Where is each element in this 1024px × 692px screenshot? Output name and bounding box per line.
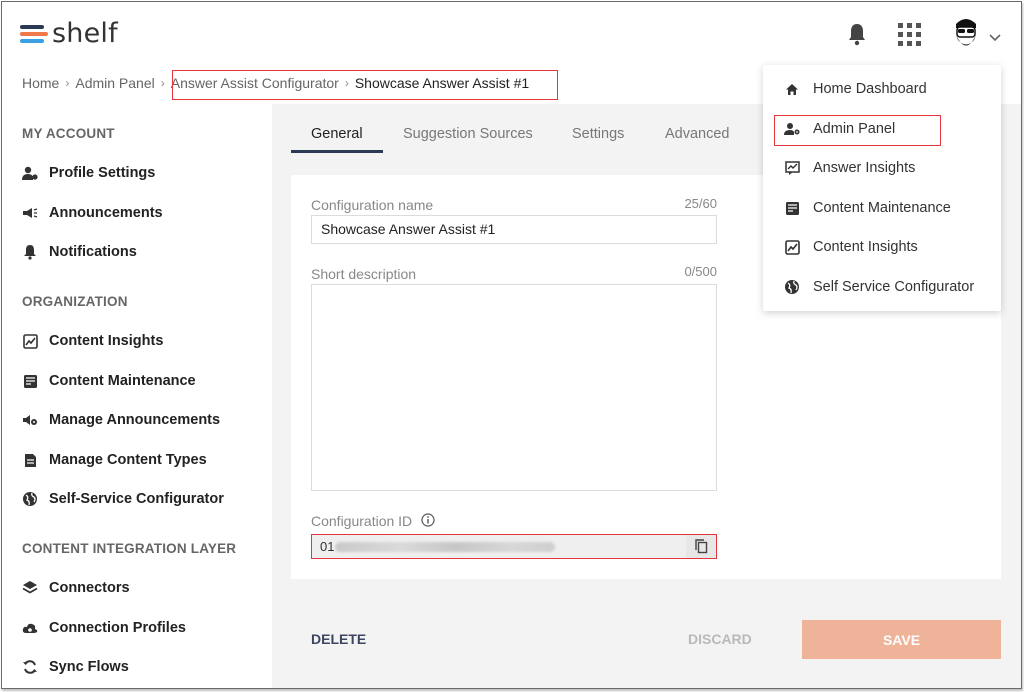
breadcrumb-separator: › [65, 76, 70, 90]
logo-text: shelf [52, 18, 118, 49]
insights-chart-icon [22, 333, 38, 349]
config-name-input[interactable]: Showcase Answer Assist #1 [311, 215, 717, 244]
sidebar-item-label: Manage Content Types [49, 452, 207, 468]
sidebar-item-manage-content-types[interactable]: Manage Content Types [22, 452, 207, 468]
sidebar-section-content-integration-layer: CONTENT INTEGRATION LAYER [22, 541, 237, 556]
short-description-label: Short description [311, 266, 417, 282]
globe-icon [784, 279, 800, 295]
sidebar-item-label: Notifications [49, 244, 137, 260]
sidebar-item-notifications[interactable]: Notifications [22, 244, 137, 260]
sidebar-section-organization: ORGANIZATION [22, 294, 128, 309]
answer-insights-icon [784, 160, 800, 176]
logo[interactable]: shelf [20, 18, 118, 49]
globe-icon [22, 491, 38, 507]
app-window: shelf Home › Admin Panel › Answer Assist… [1, 1, 1022, 689]
maintenance-icon [784, 200, 800, 216]
sync-icon [22, 659, 38, 675]
sidebar-item-sync-flows[interactable]: Sync Flows [22, 659, 129, 675]
insights-chart-icon [784, 239, 800, 255]
bell-icon [22, 244, 38, 260]
sidebar-item-content-maintenance[interactable]: Content Maintenance [22, 373, 196, 389]
tab-general[interactable]: General [311, 126, 363, 142]
sidebar-item-label: Self-Service Configurator [49, 491, 224, 507]
megaphone-icon [22, 205, 38, 221]
sidebar-item-label: Manage Announcements [49, 412, 221, 428]
avatar[interactable] [952, 16, 980, 57]
sidebar-item-content-insights[interactable]: Content Insights [22, 333, 163, 349]
sidebar-item-label: Content Insights [49, 333, 164, 349]
manage-announcements-icon [22, 412, 38, 428]
menu-item-self-service-configurator[interactable]: Self Service Configurator [784, 279, 974, 295]
tab-settings[interactable]: Settings [572, 126, 624, 142]
menu-item-content-maintenance[interactable]: Content Maintenance [784, 200, 951, 216]
menu-item-label: Self Service Configurator [813, 279, 975, 295]
sidebar-section-my-account: MY ACCOUNT [22, 126, 115, 141]
config-id-redacted [335, 541, 556, 552]
breadcrumb-separator: › [160, 76, 165, 90]
tab-suggestion-sources[interactable]: Suggestion Sources [403, 126, 533, 142]
maintenance-icon [22, 373, 38, 389]
tab-bar: General Suggestion Sources Settings Adva… [291, 115, 761, 153]
short-description-count: 0/500 [684, 264, 717, 279]
breadcrumb-home[interactable]: Home [22, 75, 59, 91]
breadcrumb-admin-panel[interactable]: Admin Panel [75, 75, 154, 91]
menu-item-label: Content Insights [813, 239, 918, 255]
short-description-textarea[interactable] [311, 284, 717, 491]
config-name-label: Configuration name [311, 197, 434, 213]
active-tab-indicator [291, 150, 383, 153]
sidebar-item-label: Announcements [49, 205, 163, 221]
menu-item-label: Answer Insights [813, 160, 916, 176]
apps-dropdown-menu [763, 65, 1001, 311]
sidebar-item-label: Connectors [49, 580, 130, 596]
sidebar-item-profile-settings[interactable]: Profile Settings [22, 165, 155, 181]
sidebar-item-manage-announcements[interactable]: Manage Announcements [22, 412, 220, 428]
config-id-value: 01 [320, 539, 335, 554]
menu-item-home-dashboard[interactable]: Home Dashboard [784, 81, 927, 97]
menu-item-content-insights[interactable]: Content Insights [784, 239, 918, 255]
layers-icon [22, 580, 38, 596]
menu-item-answer-insights[interactable]: Answer Insights [784, 160, 915, 176]
delete-button[interactable]: DELETE [311, 631, 366, 647]
copy-icon [694, 539, 707, 554]
sidebar-item-label: Content Maintenance [49, 373, 196, 389]
sidebar-item-label: Connection Profiles [49, 620, 186, 636]
config-id-label: Configuration ID [311, 513, 413, 529]
sidebar-item-announcements[interactable]: Announcements [22, 205, 163, 221]
sidebar-item-connection-profiles[interactable]: Connection Profiles [22, 620, 186, 636]
bell-icon[interactable] [847, 22, 867, 51]
document-icon [22, 452, 38, 468]
discard-button[interactable]: DISCARD [688, 631, 752, 647]
save-button[interactable]: SAVE [802, 620, 1001, 659]
sidebar-item-self-service-configurator[interactable]: Self-Service Configurator [22, 491, 224, 507]
sidebar-item-label: Profile Settings [49, 165, 156, 181]
breadcrumb-highlight-box [172, 70, 558, 100]
top-bar: shelf [2, 2, 1021, 64]
config-id-field[interactable]: 01 [311, 534, 717, 559]
tab-advanced[interactable]: Advanced [665, 126, 730, 142]
admin-panel-highlight-box [774, 115, 941, 146]
sidebar-item-connectors[interactable]: Connectors [22, 580, 130, 596]
home-icon [784, 81, 800, 97]
menu-item-label: Content Maintenance [813, 200, 951, 216]
logo-mark-icon [20, 23, 48, 45]
profile-settings-icon [22, 165, 38, 181]
sidebar [2, 104, 272, 688]
sidebar-item-label: Sync Flows [49, 659, 129, 675]
chevron-down-icon[interactable] [989, 29, 1001, 47]
copy-button[interactable] [686, 535, 716, 558]
cloud-icon [22, 620, 38, 636]
menu-item-label: Home Dashboard [813, 81, 927, 97]
info-icon[interactable] [421, 513, 435, 532]
config-name-count: 25/60 [684, 196, 717, 211]
apps-grid-icon[interactable] [898, 23, 922, 52]
